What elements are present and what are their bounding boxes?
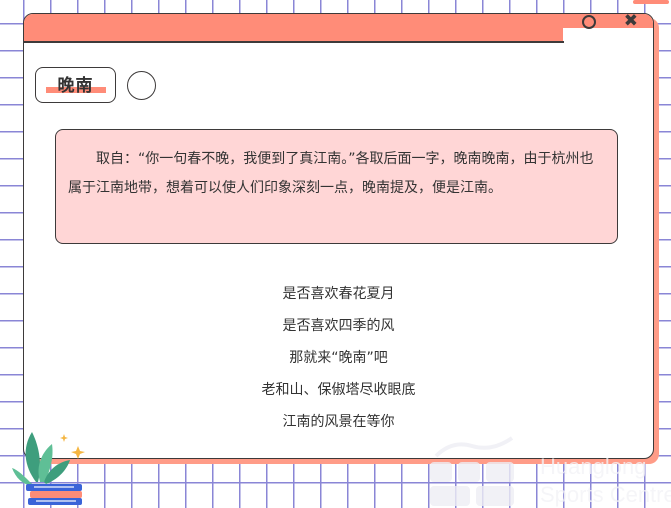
title-bar-divider xyxy=(24,41,564,43)
circle-icon[interactable] xyxy=(582,15,596,29)
title-tag: 晚南 xyxy=(35,67,116,103)
watermark-logo-icon xyxy=(430,436,514,506)
poem-line: 是否喜欢四季的风 xyxy=(282,318,395,334)
title-bar-notch xyxy=(563,28,653,42)
corner-decoration-icon xyxy=(633,0,669,4)
plant-books-icon xyxy=(12,432,85,505)
poem-block: 是否喜欢春花夏月 是否喜欢四季的风 那就来“晚南”吧 老和山、保俶塔尽收眼底 江… xyxy=(24,278,653,438)
poem-line: 那就来“晚南”吧 xyxy=(289,350,388,366)
round-button[interactable] xyxy=(127,71,156,100)
close-icon[interactable]: ✖ xyxy=(624,14,638,31)
watermark-text: Huanglong xyxy=(540,454,647,479)
title-bar[interactable]: ✖ xyxy=(24,14,653,42)
watermark-text: Sports Centre xyxy=(540,482,671,507)
description-text: 取自：“你一句春不晚，我便到了真江南。”各取后面一字，晚南晚南，由于杭州也属于江… xyxy=(68,151,594,196)
description-box: 取自：“你一句春不晚，我便到了真江南。”各取后面一字，晚南晚南，由于杭州也属于江… xyxy=(55,129,618,244)
watermark: Huanglong Sports Centre xyxy=(428,430,671,508)
app-window: ✖ 晚南 取自：“你一句春不晚，我便到了真江南。”各取后面一字，晚南晚南，由于杭… xyxy=(23,13,654,459)
page-title: 晚南 xyxy=(57,76,94,96)
poem-line: 老和山、保俶塔尽收眼底 xyxy=(261,382,416,398)
poem-line: 是否喜欢春花夏月 xyxy=(282,286,395,302)
